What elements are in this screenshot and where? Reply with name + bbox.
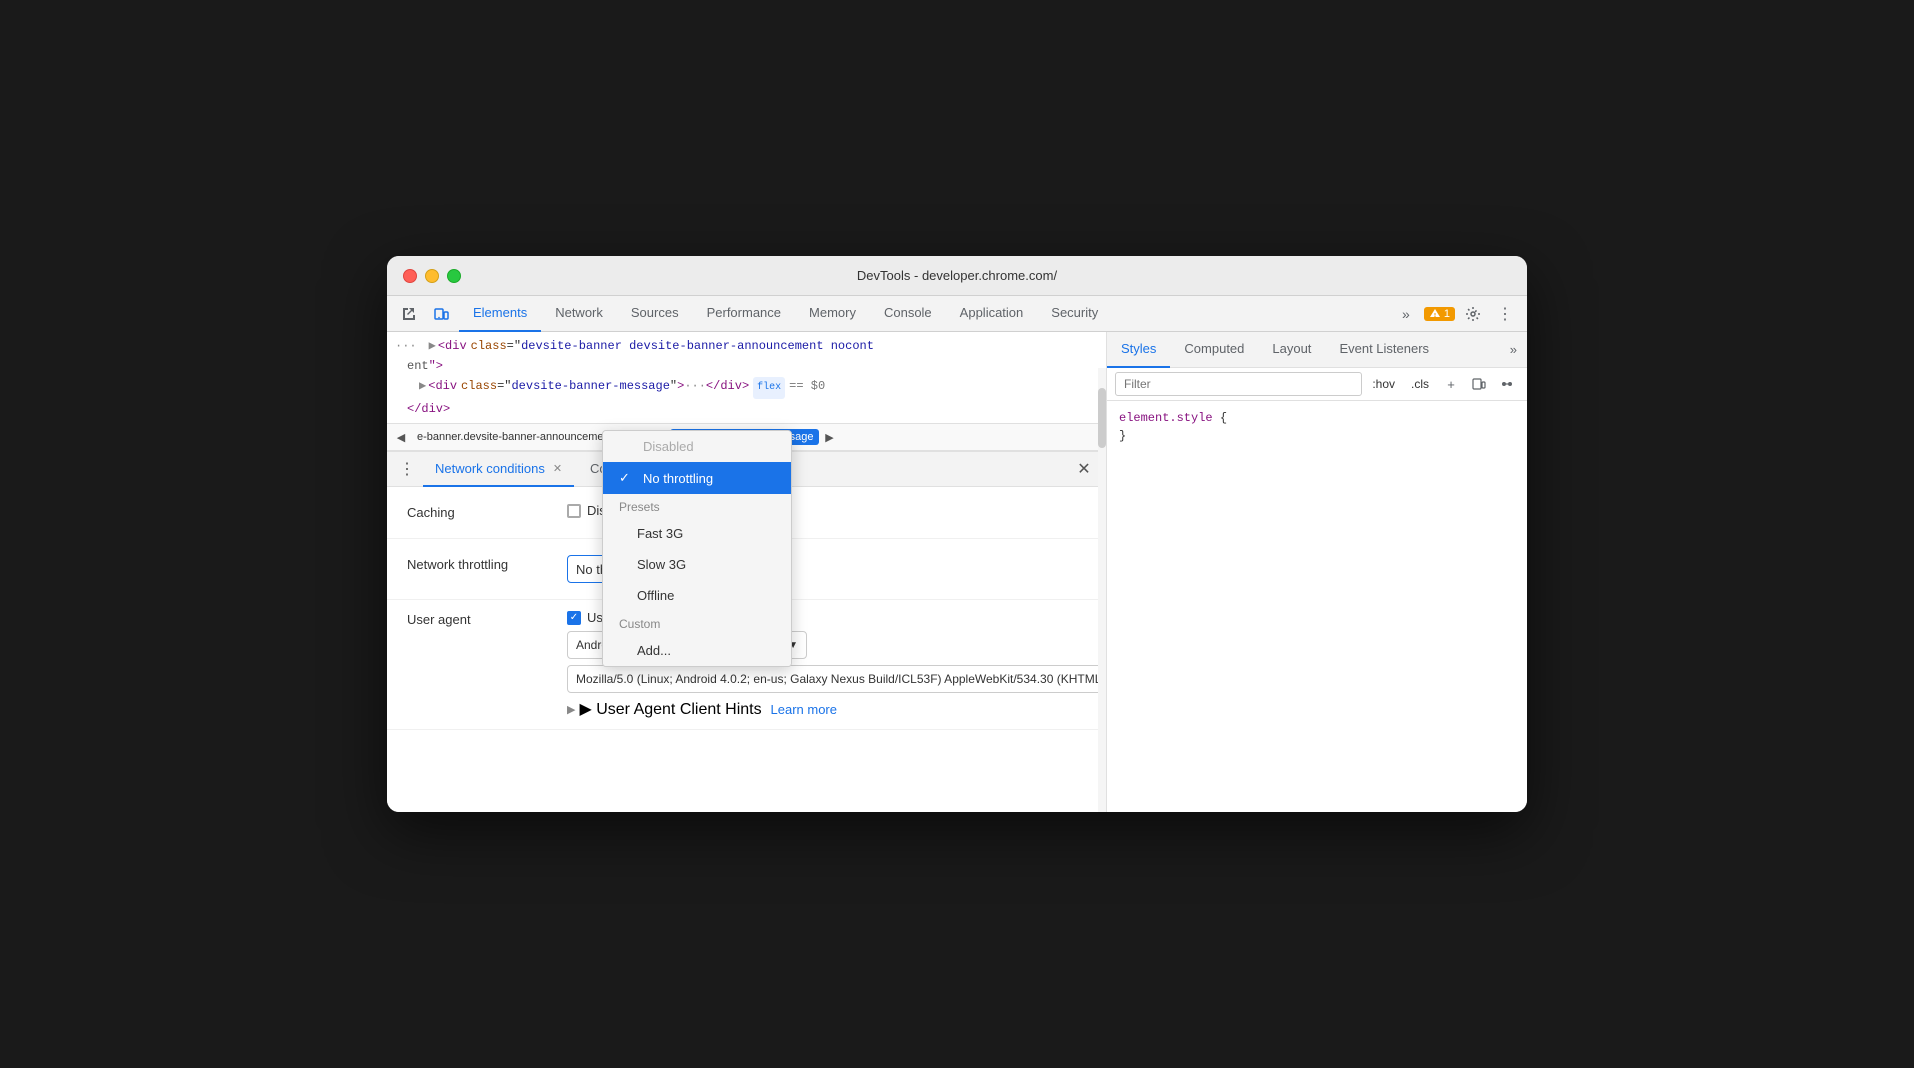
tab-memory[interactable]: Memory <box>795 296 870 332</box>
collapse-dots[interactable]: ··· <box>395 336 417 356</box>
devtools-toolbar: Elements Network Sources Performance Mem… <box>387 296 1527 332</box>
devtools-body: ··· ▶ < div class="devsite-banner devsit… <box>387 332 1527 812</box>
notification-badge: 1 <box>1424 307 1455 321</box>
caching-label: Caching <box>407 503 567 520</box>
tab-event-listeners[interactable]: Event Listeners <box>1325 332 1443 368</box>
breadcrumb-forward[interactable]: ▶ <box>819 427 839 447</box>
styles-more-tabs[interactable]: » <box>1500 332 1527 368</box>
menu-item-add[interactable]: Add... <box>603 635 791 666</box>
device-toolbar-icon[interactable] <box>427 300 455 328</box>
maximize-button[interactable] <box>447 269 461 283</box>
scrollbar-track <box>1098 368 1106 812</box>
more-tabs-icon[interactable]: » <box>1392 300 1420 328</box>
more-options-icon[interactable]: ⋮ <box>1491 300 1519 328</box>
breadcrumb-back[interactable]: ◀ <box>391 427 411 447</box>
bottom-menu-icon[interactable]: ⋮ <box>395 459 419 479</box>
close-button[interactable] <box>403 269 417 283</box>
menu-item-fast3g[interactable]: Fast 3G <box>603 518 791 549</box>
hov-button[interactable]: :hov <box>1366 375 1401 393</box>
scrollbar-thumb[interactable] <box>1098 388 1106 448</box>
user-agent-label: User agent <box>407 610 567 627</box>
window-title: DevTools - developer.chrome.com/ <box>857 268 1057 283</box>
left-panel: ··· ▶ < div class="devsite-banner devsit… <box>387 332 1107 812</box>
tab-performance[interactable]: Performance <box>693 296 795 332</box>
code-line-2: ▶ < div class="devsite-banner-message" >… <box>387 376 1106 399</box>
menu-item-disabled: Disabled <box>603 431 791 462</box>
inspector-icon[interactable] <box>395 300 423 328</box>
dollar-ref: == $0 <box>789 376 825 396</box>
toggle-device-icon[interactable] <box>1467 372 1491 396</box>
network-conditions-close[interactable]: ✕ <box>553 462 562 475</box>
styles-content: element.style { } <box>1107 401 1527 453</box>
minimize-button[interactable] <box>425 269 439 283</box>
tab-styles[interactable]: Styles <box>1107 332 1170 368</box>
toolbar-right: » 1 ⋮ <box>1392 300 1519 328</box>
title-bar: DevTools - developer.chrome.com/ <box>387 256 1527 296</box>
styles-filter-input[interactable] <box>1115 372 1362 396</box>
hints-arrow[interactable]: ▶ <box>567 703 575 716</box>
custom-header: Custom <box>603 611 791 635</box>
settings-icon[interactable] <box>1459 300 1487 328</box>
devtools-window: DevTools - developer.chrome.com/ Element… <box>387 256 1527 812</box>
ua-hints-row: ▶ ▶ User Agent Client Hints Learn more <box>567 699 1107 719</box>
menu-item-no-throttling[interactable]: ✓ No throttling <box>603 462 791 494</box>
element-style-rule: element.style { <box>1119 409 1515 427</box>
tab-computed[interactable]: Computed <box>1170 332 1258 368</box>
tab-network[interactable]: Network <box>541 296 617 332</box>
tab-elements[interactable]: Elements <box>459 296 541 332</box>
tab-network-conditions[interactable]: Network conditions ✕ <box>423 451 574 487</box>
styles-tabs: Styles Computed Layout Event Listeners » <box>1107 332 1527 368</box>
panel-close-button[interactable]: ✕ <box>1070 455 1098 483</box>
add-style-icon[interactable]: + <box>1439 372 1463 396</box>
tab-sources[interactable]: Sources <box>617 296 693 332</box>
main-tabs: Elements Network Sources Performance Mem… <box>459 296 1388 332</box>
menu-item-slow3g[interactable]: Slow 3G <box>603 549 791 580</box>
menu-item-offline[interactable]: Offline <box>603 580 791 611</box>
elements-code: ··· ▶ < div class="devsite-banner devsit… <box>387 332 1106 423</box>
tab-layout[interactable]: Layout <box>1258 332 1325 368</box>
presets-header: Presets <box>603 494 791 518</box>
code-line-1: ··· ▶ < div class="devsite-banner devsit… <box>387 336 1106 356</box>
custom-ua-checkbox[interactable]: ✓ <box>567 611 581 625</box>
code-line-content: ent"> <box>387 356 1106 376</box>
tab-console[interactable]: Console <box>870 296 946 332</box>
learn-more-link[interactable]: Learn more <box>771 702 837 717</box>
code-arrow-1[interactable]: ▶ <box>429 336 436 356</box>
traffic-lights <box>403 269 461 283</box>
disable-cache-checkbox[interactable] <box>567 504 581 518</box>
code-line-3: </div> <box>387 399 1106 419</box>
right-panel: Styles Computed Layout Event Listeners »… <box>1107 332 1527 812</box>
flex-badge: flex <box>753 377 785 399</box>
tab-security[interactable]: Security <box>1037 296 1112 332</box>
throttle-dropdown-menu: Disabled ✓ No throttling Presets Fast 3G… <box>602 430 792 667</box>
cls-button[interactable]: .cls <box>1405 375 1435 393</box>
ua-string-input[interactable]: Mozilla/5.0 (Linux; Android 4.0.2; en-us… <box>567 665 1107 693</box>
styles-filter-bar: :hov .cls + <box>1107 368 1527 401</box>
network-throttling-label: Network throttling <box>407 555 567 572</box>
tab-application[interactable]: Application <box>946 296 1038 332</box>
color-format-icon[interactable] <box>1495 372 1519 396</box>
code-arrow-2[interactable]: ▶ <box>419 376 426 396</box>
element-style-body: } <box>1119 427 1515 445</box>
